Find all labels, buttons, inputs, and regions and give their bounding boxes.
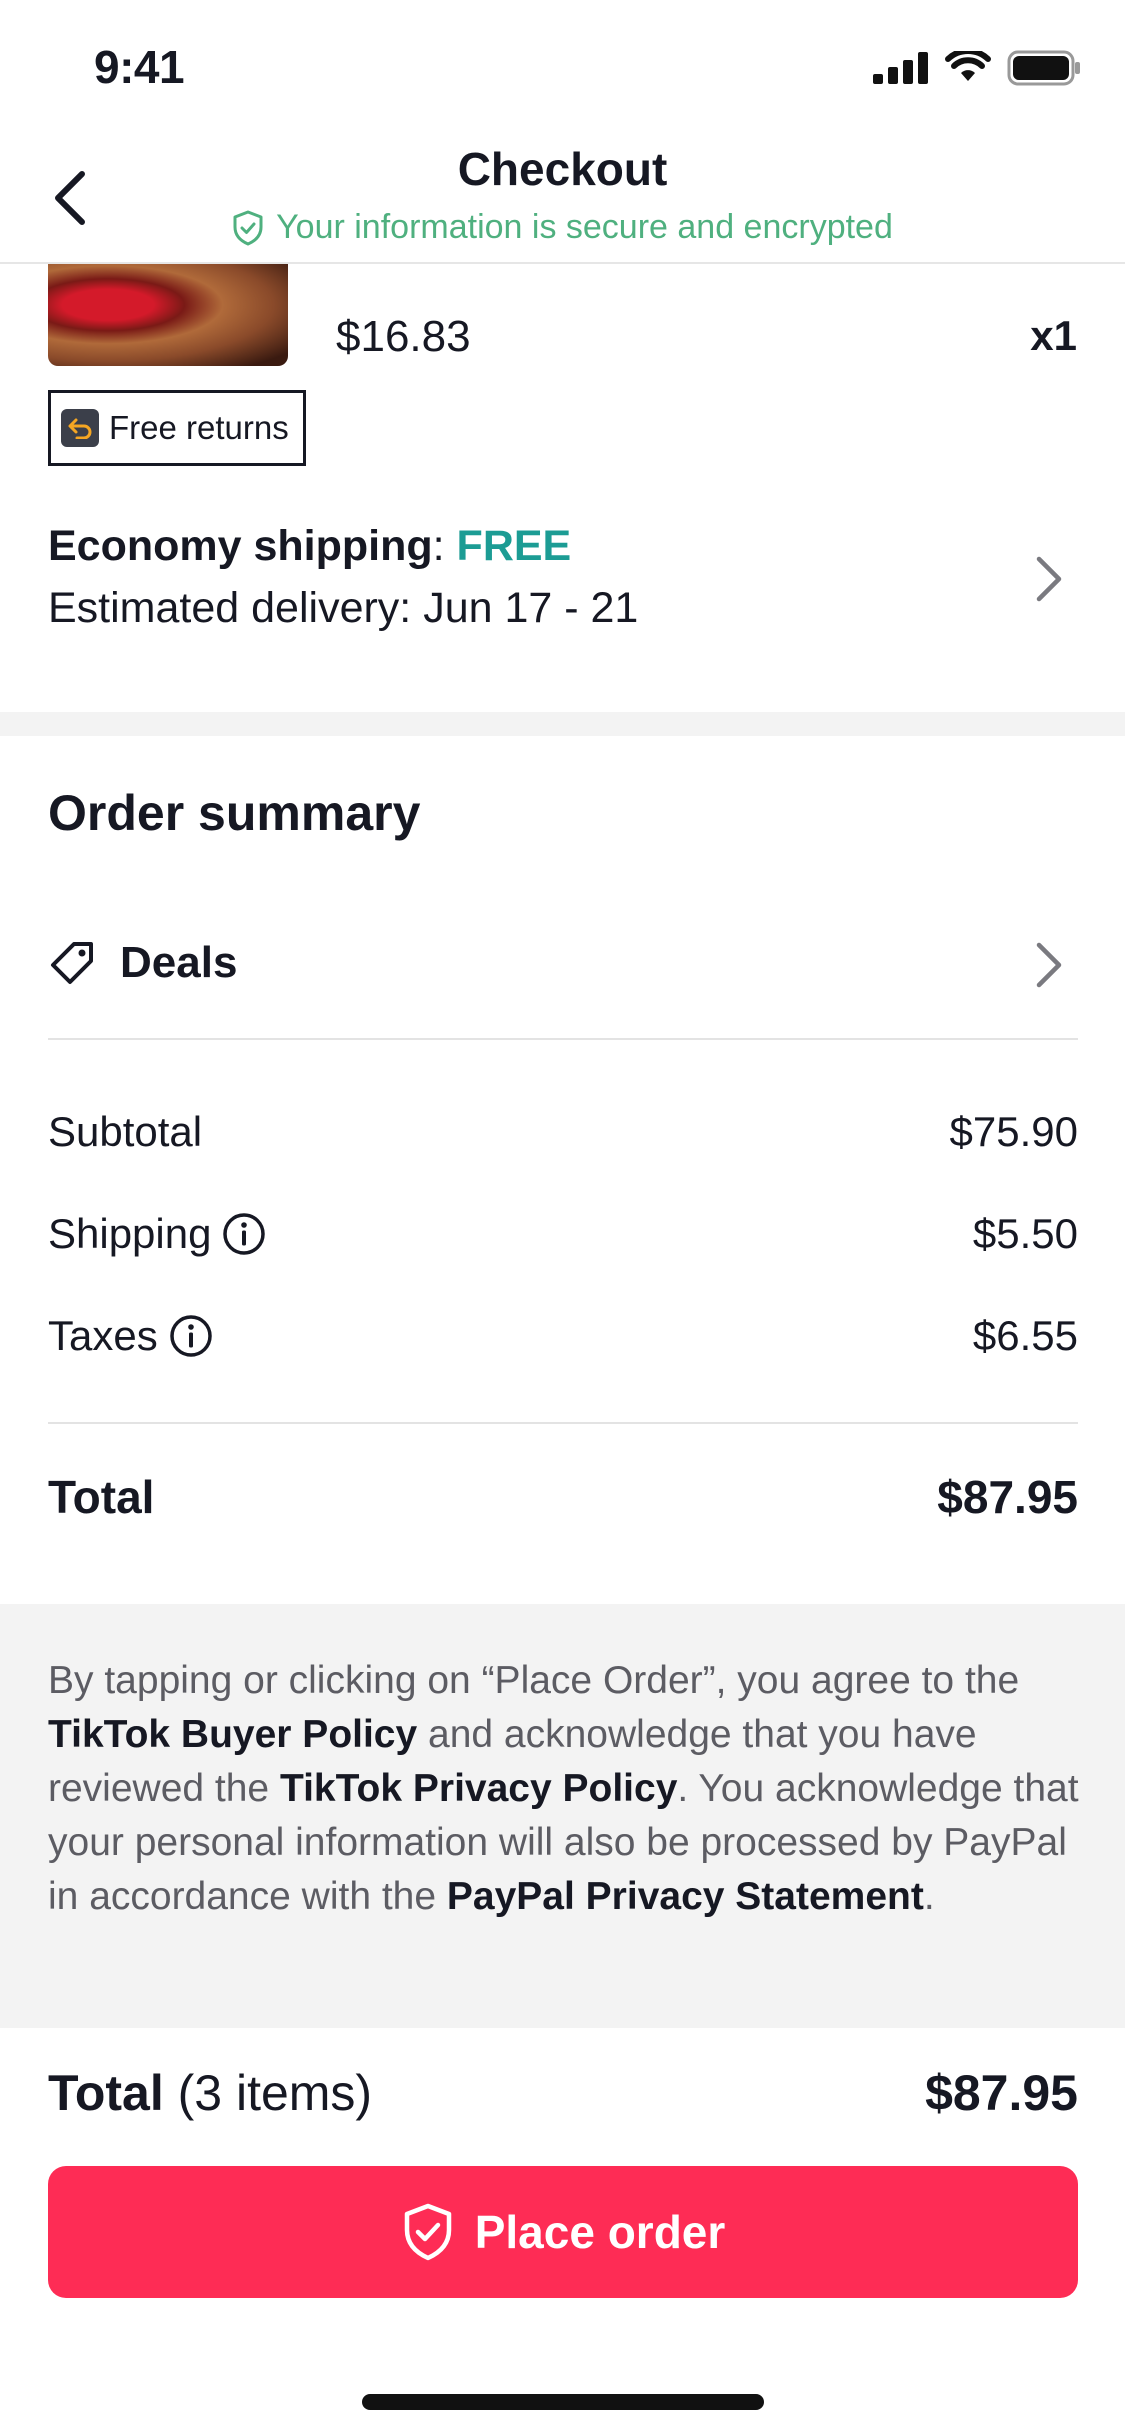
legal-part-1: By tapping or clicking on “Place Order”,…: [48, 1659, 1020, 1702]
deals-label: Deals: [120, 938, 238, 987]
shipping-option[interactable]: Economy shipping: FREE Estimated deliver…: [48, 518, 1078, 648]
order-summary-title: Order summary: [48, 785, 421, 841]
subtotal-value: $75.90: [949, 1108, 1078, 1155]
free-returns-badge: Free returns: [48, 390, 306, 466]
status-bar: 9:41: [0, 0, 1125, 132]
info-icon[interactable]: [221, 1211, 267, 1257]
wifi-icon: [945, 51, 991, 81]
shield-check-icon: [404, 2203, 451, 2261]
place-order-button[interactable]: Place order: [48, 2166, 1078, 2298]
shipping-fee-label: Shipping: [48, 1210, 212, 1257]
return-arrow-icon: [61, 409, 99, 447]
order-total-row: Total $87.95: [48, 1470, 1078, 1524]
deals-row[interactable]: Deals: [48, 920, 1078, 1010]
status-time: 9:41: [94, 41, 185, 93]
place-order-label: Place order: [474, 2206, 726, 2258]
divider-line: [48, 1038, 1078, 1040]
shipping-fee-row: Shipping $5.50: [48, 1210, 1078, 1270]
section-divider: [0, 712, 1125, 736]
shipping-fee-value: $5.50: [972, 1210, 1078, 1257]
product-quantity: x1: [1030, 312, 1077, 359]
footer-total-value: $87.95: [925, 2065, 1078, 2121]
product-price: $16.83: [336, 312, 471, 361]
footer-items-count: (3 items): [163, 2065, 373, 2121]
home-indicator[interactable]: [362, 2394, 764, 2410]
subtotal-row: Subtotal $75.90: [48, 1108, 1078, 1168]
footer-total-label: Total: [48, 2065, 164, 2121]
shipping-cost: FREE: [456, 522, 572, 570]
legal-notice: By tapping or clicking on “Place Order”,…: [0, 1604, 1125, 2028]
product-image[interactable]: [48, 264, 288, 366]
order-total-value: $87.95: [937, 1471, 1078, 1523]
shipping-separator: :: [432, 522, 457, 570]
battery-icon: [1007, 50, 1080, 86]
checkout-header: Checkout Your information is secure and …: [0, 132, 1125, 264]
free-returns-label: Free returns: [109, 409, 289, 446]
shield-check-icon: [233, 210, 263, 245]
buyer-policy-link[interactable]: TikTok Buyer Policy: [48, 1713, 417, 1756]
order-total-label: Total: [48, 1471, 155, 1523]
secure-notice: Your information is secure and encrypted: [0, 208, 1125, 247]
paypal-privacy-link[interactable]: PayPal Privacy Statement: [447, 1875, 924, 1918]
legal-part-4: .: [923, 1875, 935, 1918]
checkout-page: 9:41 Checkout Your information is secure…: [0, 0, 1125, 2436]
privacy-policy-link[interactable]: TikTok Privacy Policy: [280, 1767, 677, 1810]
shipping-method-label: Economy shipping: [48, 522, 433, 570]
shipping-method: Economy shipping: FREE: [48, 522, 571, 571]
status-icons: [873, 50, 1081, 86]
subtotal-label: Subtotal: [48, 1108, 203, 1155]
estimated-delivery: Estimated delivery: Jun 17 - 21: [48, 584, 639, 632]
tag-icon: [51, 942, 93, 984]
divider-line: [48, 1422, 1078, 1424]
cellular-signal-icon: [873, 52, 928, 84]
footer-total-row: Total (3 items) $87.95: [48, 2064, 1078, 2124]
taxes-label: Taxes: [48, 1312, 158, 1359]
legal-text: By tapping or clicking on “Place Order”,…: [48, 1654, 1088, 1924]
page-title: Checkout: [457, 143, 668, 195]
taxes-row: Taxes $6.55: [48, 1312, 1078, 1372]
secure-text: Your information is secure and encrypted: [276, 208, 893, 246]
chevron-right-icon: [1036, 556, 1062, 602]
taxes-value: $6.55: [972, 1312, 1078, 1359]
chevron-right-icon: [1036, 942, 1062, 988]
info-icon[interactable]: [168, 1313, 214, 1359]
